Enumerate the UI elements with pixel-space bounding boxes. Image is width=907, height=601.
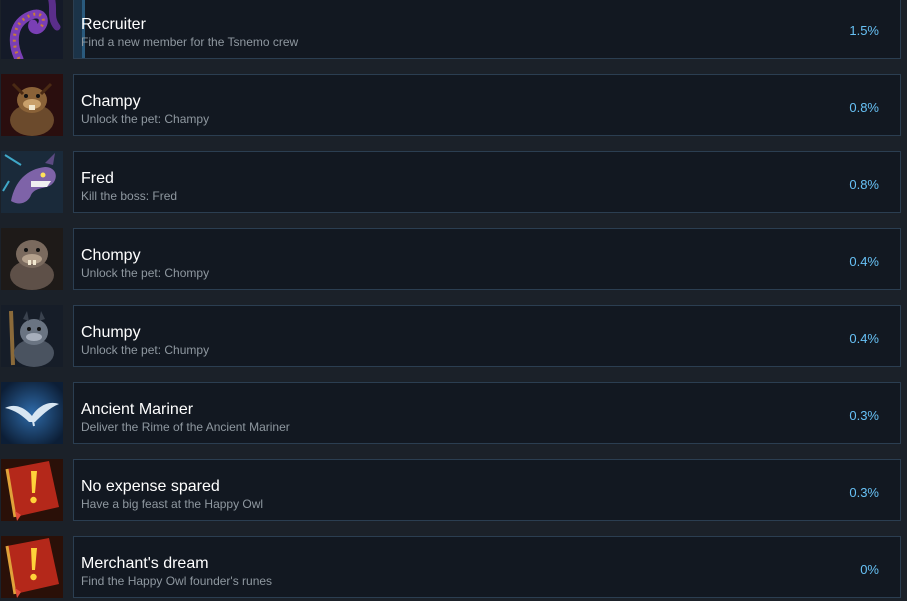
achievement-row-fred[interactable]: Fred Kill the boss: Fred 0.8% [0,151,907,215]
achievement-card: Merchant's dream Find the Happy Owl foun… [73,536,901,598]
achievement-card: Fred Kill the boss: Fred 0.8% [73,151,901,213]
achievement-row-ancient-mariner[interactable]: Ancient Mariner Deliver the Rime of the … [0,382,907,446]
achievement-title: Ancient Mariner [81,401,194,418]
achievement-description: Unlock the pet: Chumpy [81,343,210,357]
albatross-icon [1,382,63,444]
achievement-card: Ancient Mariner Deliver the Rime of the … [73,382,901,444]
achievement-unlock-percent: 0.3% [849,485,879,500]
achievement-row-champy[interactable]: Champy Unlock the pet: Champy 0.8% [0,74,907,138]
achievement-row-merchants-dream[interactable]: Merchant's dream Find the Happy Owl foun… [0,536,907,600]
red-book-exclamation-icon [1,459,63,521]
achievement-title: Merchant's dream [81,555,209,572]
achievement-list: Recruiter Find a new member for the Tsne… [0,0,907,601]
achievement-card: Champy Unlock the pet: Champy 0.8% [73,74,901,136]
tentacle-icon [1,0,63,59]
achievement-description: Deliver the Rime of the Ancient Mariner [81,420,290,434]
achievement-title: Fred [81,170,114,187]
achievement-unlock-percent: 0.4% [849,331,879,346]
achievement-title: No expense spared [81,478,220,495]
achievement-description: Unlock the pet: Champy [81,112,210,126]
achievement-unlock-percent: 0.8% [849,100,879,115]
red-book-exclamation-icon [1,536,63,598]
champy-pet-icon [1,74,63,136]
achievement-description: Find a new member for the Tsnemo crew [81,35,299,49]
achievement-card: No expense spared Have a big feast at th… [73,459,901,521]
achievement-unlock-percent: 1.5% [849,23,879,38]
achievement-unlock-percent: 0% [860,562,879,577]
achievement-description: Unlock the pet: Chompy [81,266,210,280]
achievement-description: Have a big feast at the Happy Owl [81,497,264,511]
achievement-title: Recruiter [81,16,146,33]
achievement-description: Kill the boss: Fred [81,189,178,203]
achievement-unlock-percent: 0.8% [849,177,879,192]
achievement-row-chumpy[interactable]: Chumpy Unlock the pet: Chumpy 0.4% [0,305,907,369]
achievement-unlock-percent: 0.3% [849,408,879,423]
achievement-card: Chompy Unlock the pet: Chompy 0.4% [73,228,901,290]
achievement-card: Chumpy Unlock the pet: Chumpy 0.4% [73,305,901,367]
chompy-pet-icon [1,228,63,290]
chumpy-pet-icon [1,305,63,367]
achievement-row-chompy[interactable]: Chompy Unlock the pet: Chompy 0.4% [0,228,907,292]
achievement-title: Champy [81,93,141,110]
achievement-card: Recruiter Find a new member for the Tsne… [73,0,901,59]
achievement-unlock-percent: 0.4% [849,254,879,269]
achievement-title: Chompy [81,247,141,264]
achievement-title: Chumpy [81,324,141,341]
fred-dragon-icon [1,151,63,213]
achievement-row-recruiter[interactable]: Recruiter Find a new member for the Tsne… [0,0,907,61]
achievement-row-no-expense-spared[interactable]: No expense spared Have a big feast at th… [0,459,907,523]
achievement-description: Find the Happy Owl founder's runes [81,574,273,588]
